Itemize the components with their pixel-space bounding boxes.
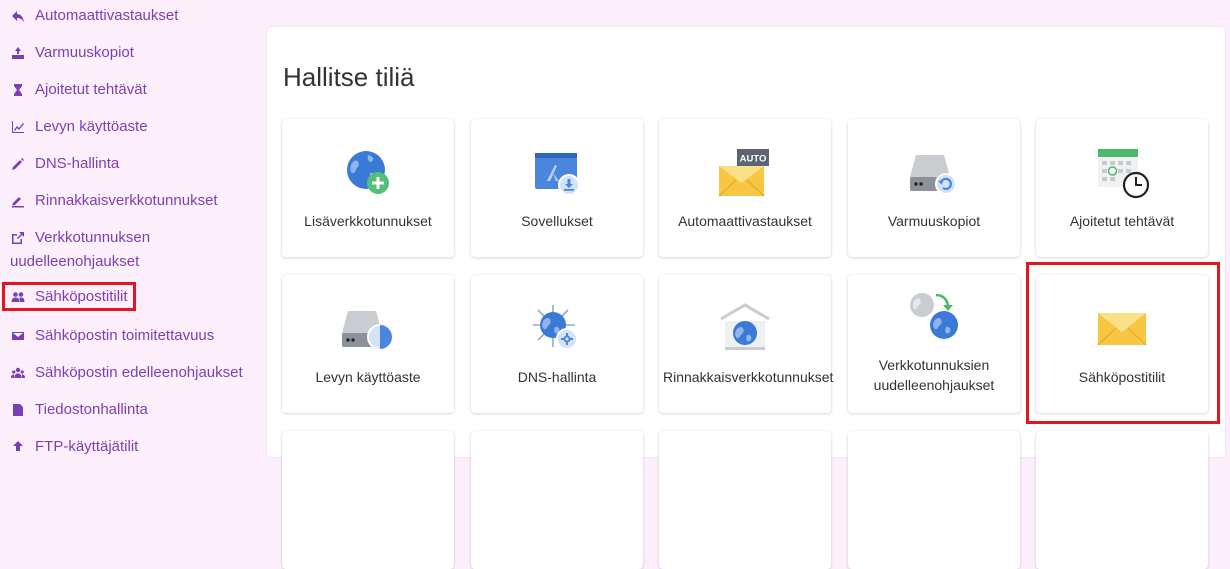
page-title: Hallitse tiliä	[283, 62, 415, 92]
card-lisaverkkotunnukset[interactable]: Lisäverkkotunnukset	[282, 119, 454, 257]
sidebar-item-label: Ajoitetut tehtävät	[35, 81, 147, 98]
backup-icon	[10, 41, 26, 65]
sidebar-item-label: Automaattivastaukset	[35, 7, 179, 24]
card-automaattivastaukset[interactable]: AUTO Automaattivastaukset	[659, 119, 831, 257]
sidebar-item-label: Levyn käyttöaste	[35, 118, 148, 135]
sidebar-item-label: Verkkotunnuksen uudelleenohjaukset	[10, 229, 151, 270]
sidebar: Automaattivastaukset Varmuuskopiot Ajoit…	[0, 0, 255, 455]
card-rinnakkaisverkkotunnukset[interactable]: Rinnakkaisverkkotunnukset	[659, 275, 834, 413]
card-label: Levyn käyttöaste	[315, 369, 421, 385]
card-sovellukset[interactable]: Sovellukset	[471, 119, 643, 257]
auto-reply-envelope-icon: AUTO	[718, 149, 769, 197]
sidebar-selection-highlight	[2, 282, 136, 311]
file-icon	[10, 398, 26, 422]
globe-add-icon	[347, 151, 389, 194]
sidebar-item-levyn-kayttoaste[interactable]: Levyn käyttöaste	[10, 115, 148, 139]
sidebar-item-verkkotunnuksen-uudelleenohjaukset[interactable]: Verkkotunnuksen uudelleenohjaukset	[10, 226, 230, 274]
sidebar-item-label: Rinnakkaisverkkotunnukset	[35, 192, 218, 209]
card-varmuuskopiot[interactable]: Varmuuskopiot	[848, 119, 1020, 257]
sidebar-item-ajoitetut-tehtavat[interactable]: Ajoitetut tehtävät	[10, 78, 147, 102]
parked-domain-icon	[720, 303, 770, 350]
app-folder-icon	[535, 153, 580, 196]
card-label: Automaattivastaukset	[678, 213, 812, 229]
card-label: DNS-hallinta	[517, 369, 597, 385]
sidebar-item-varmuuskopiot[interactable]: Varmuuskopiot	[10, 41, 134, 65]
card-label: Sovellukset	[521, 213, 593, 229]
sidebar-item-label: Sähköpostin toimitettavuus	[35, 327, 215, 344]
card-dns-hallinta[interactable]: DNS-hallinta	[471, 275, 643, 413]
card-verkkotunnuksien-uudelleenohjaukset[interactable]: Verkkotunnuksien uudelleenohjaukset	[848, 275, 1020, 413]
sidebar-item-label: Tiedostonhallinta	[35, 401, 148, 418]
calendar-clock-icon	[1098, 149, 1150, 199]
disk-usage-icon	[342, 311, 393, 350]
card-label: Ajoitetut tehtävät	[1069, 213, 1175, 229]
sidebar-item-rinnakkaisverkkotunnukset[interactable]: Rinnakkaisverkkotunnukset	[10, 189, 218, 213]
card-ajoitetut-tehtavat[interactable]: Ajoitetut tehtävät	[1036, 119, 1208, 257]
card-levyn-kayttoaste[interactable]: Levyn käyttöaste	[282, 275, 454, 413]
dns-globe-icon	[533, 305, 578, 350]
sidebar-item-label: DNS-hallinta	[35, 155, 120, 172]
reply-icon	[10, 4, 26, 28]
envelope-icon	[10, 324, 26, 348]
card-label: Varmuuskopiot	[887, 213, 981, 229]
redirect-globe-icon	[910, 293, 958, 339]
chart-line-icon	[10, 115, 26, 139]
group-icon	[10, 361, 26, 385]
external-link-icon	[10, 226, 26, 250]
card-partial[interactable]	[848, 431, 1020, 569]
sidebar-item-label: Varmuuskopiot	[35, 44, 134, 61]
card-partial[interactable]	[659, 431, 831, 569]
sidebar-item-sahkopostin-edelleenohjaukset[interactable]: Sähköpostin edelleenohjaukset	[10, 361, 243, 385]
auto-badge: AUTO	[740, 154, 767, 165]
backup-drive-icon	[910, 155, 957, 195]
sidebar-item-ftp-kayttajatilit[interactable]: FTP-käyttäjätilit	[10, 435, 138, 459]
upload-icon	[10, 435, 26, 459]
sidebar-item-sahkopostin-toimitettavuus[interactable]: Sähköpostin toimitettavuus	[10, 324, 214, 348]
hourglass-icon	[10, 78, 26, 102]
card-label: Rinnakkaisverkkotunnukset	[663, 369, 834, 385]
card-selection-highlight	[1026, 262, 1220, 424]
sidebar-item-automaattivastaukset[interactable]: Automaattivastaukset	[10, 4, 178, 28]
edit-line-icon	[10, 189, 26, 213]
sidebar-item-label: FTP-käyttäjätilit	[35, 438, 139, 455]
card-label: Lisäverkkotunnukset	[304, 213, 432, 229]
sidebar-item-dns-hallinta[interactable]: DNS-hallinta	[10, 152, 119, 176]
card-partial[interactable]	[471, 431, 643, 569]
card-partial[interactable]	[1036, 431, 1208, 569]
card-partial[interactable]	[282, 431, 454, 569]
pencil-icon	[10, 152, 26, 176]
sidebar-item-label: Sähköpostin edelleenohjaukset	[35, 364, 243, 381]
sidebar-item-tiedostonhallinta[interactable]: Tiedostonhallinta	[10, 398, 148, 422]
card-label: Verkkotunnuksien uudelleenohjaukset	[873, 357, 995, 393]
